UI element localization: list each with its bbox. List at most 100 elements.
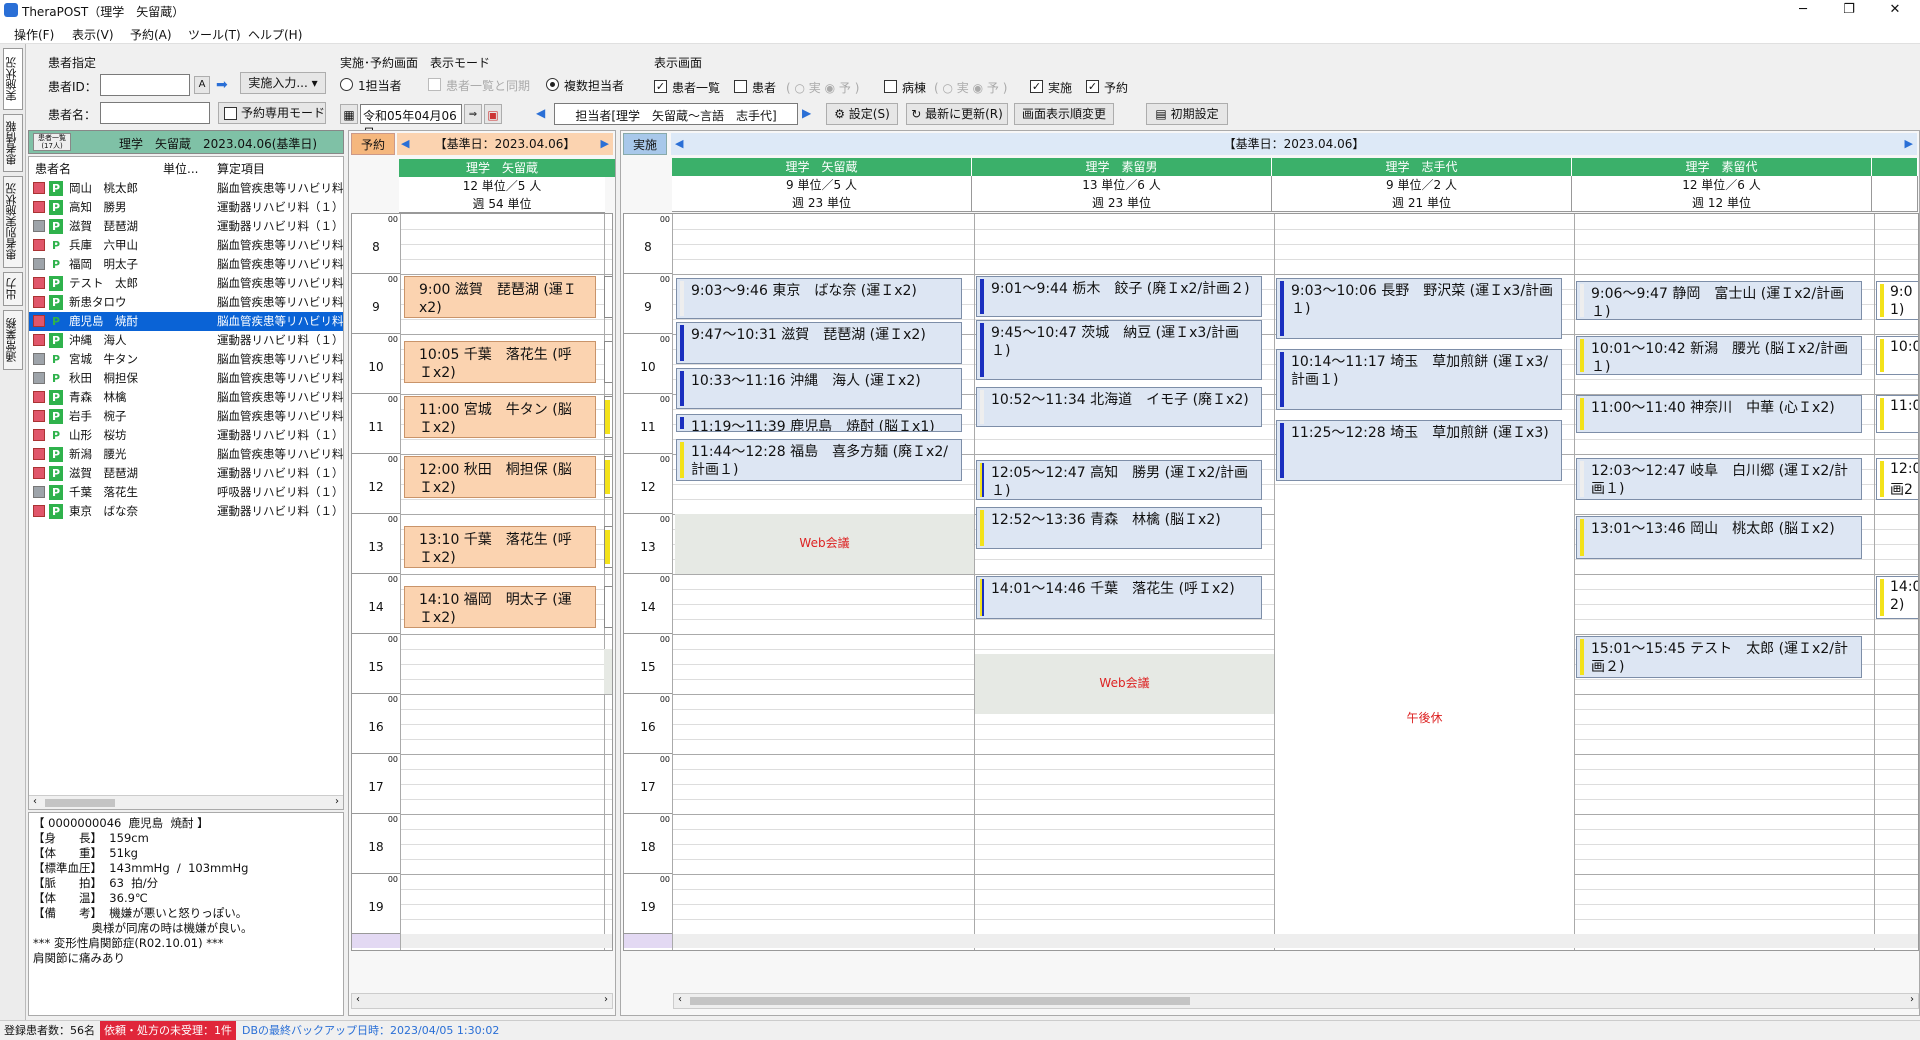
col-category[interactable]: 算定項目 — [217, 160, 265, 177]
reservation-block[interactable]: 13:10 千葉 落花生 (呼Ｉx2) — [404, 526, 596, 568]
reserve-mode-checkbox[interactable] — [224, 107, 237, 120]
calendar-red-icon[interactable]: ▣ — [484, 104, 502, 124]
ward-checkbox[interactable] — [884, 80, 897, 93]
menu-tools[interactable]: ツール(T) — [188, 26, 241, 43]
staff-column-header[interactable]: 理学 志手代 — [1272, 158, 1572, 176]
menu-view[interactable]: 表示(V) — [72, 26, 114, 43]
patient-row[interactable]: P 千葉 落花生 呼吸器リハビリ料（１） — [29, 483, 343, 502]
tab-patient-info[interactable]: 患者情報 — [3, 114, 23, 172]
single-assignee-radio[interactable] — [340, 78, 353, 91]
patient-row[interactable]: P 青森 林檎 脳血管疾患等リハビリ料（ — [29, 388, 343, 407]
scroll-left-icon[interactable]: ‹ — [33, 796, 37, 807]
patient-row[interactable]: P 兵庫 六甲山 脳血管疾患等リハビリ料（ — [29, 236, 343, 255]
patient-row[interactable]: P 岩手 椀子 脳血管疾患等リハビリ料（ — [29, 407, 343, 426]
staff-column-header-partial[interactable] — [1872, 158, 1918, 176]
prev-assignee-icon[interactable]: ◀ — [536, 106, 545, 120]
reserve-checkbox[interactable]: ✓ — [1086, 80, 1099, 93]
patient-row[interactable]: P テスト 太郎 脳血管疾患等リハビリ料（ — [29, 274, 343, 293]
input-dropdown-button[interactable]: 実施入力... ▾ — [240, 72, 326, 94]
scroll-thumb[interactable] — [45, 799, 115, 807]
appointment-block[interactable]: 15:01～15:45 テスト 太郎 (運Ｉx2/計画２) — [1576, 636, 1862, 678]
menu-operation[interactable]: 操作(F) — [14, 26, 54, 43]
appointment-block[interactable]: 11:19～11:39 鹿児島 焼酎 (脳Ｉx1) — [676, 414, 962, 432]
patient-checkbox[interactable] — [734, 80, 747, 93]
reserve-tab[interactable]: 予約 — [351, 133, 395, 155]
done-scroll-right-icon[interactable]: › — [1910, 994, 1914, 1005]
patient-row[interactable]: P 高知 勝男 運動器リハビリ料（１） — [29, 198, 343, 217]
patient-id-input[interactable] — [100, 74, 190, 96]
col-patient-name[interactable]: 患者名 — [35, 160, 71, 177]
patient-row[interactable]: P 鹿児島 焼酎 脳血管疾患等リハビリ料（ — [29, 312, 343, 331]
restore-icon[interactable]: ❐ — [1826, 0, 1872, 22]
done-prev-icon[interactable]: ◀ — [675, 133, 683, 155]
settings-button[interactable]: ⚙ 設定(S) — [826, 103, 898, 125]
calendar-icon[interactable]: ▦ — [340, 104, 358, 124]
a-button[interactable]: A — [194, 76, 210, 94]
multi-assignee-radio[interactable] — [546, 78, 559, 91]
menu-reserve[interactable]: 予約(A) — [130, 26, 172, 43]
scroll-right-icon[interactable]: › — [335, 796, 339, 807]
reservation-block[interactable]: 12:00 秋田 桐担保 (脳Ｉx2) — [404, 456, 596, 498]
patient-row[interactable]: P 滋賀 琵琶湖 運動器リハビリ料（１） — [29, 464, 343, 483]
appointment-block[interactable]: 13:01～13:46 岡山 桃太郎 (脳Ｉx2) — [1576, 516, 1862, 559]
patient-row[interactable]: P 滋賀 琵琶湖 運動器リハビリ料（１） — [29, 217, 343, 236]
menu-help[interactable]: ヘルプ(H) — [248, 26, 302, 43]
web-meeting-block[interactable]: Web会議 — [975, 654, 1274, 714]
next-assignee-icon[interactable]: ▶ — [802, 106, 811, 120]
reserve-next-icon[interactable]: ▶ — [601, 133, 609, 155]
tab-normal-work[interactable]: 通常業務 — [3, 310, 23, 370]
tab-status[interactable]: 実施状況 — [3, 48, 23, 110]
reservation-block[interactable]: 14:10 福岡 明太子 (運Ｉx2) — [404, 586, 596, 628]
reserve-scrollbar[interactable]: ‹ › — [351, 993, 613, 1009]
appointment-block[interactable]: 12:05～12:47 高知 勝男 (運Ｉx2/計画１) — [976, 460, 1262, 500]
appointment-block[interactable]: 11:25～12:28 埼玉 草加煎餅 (運Ｉx3) — [1276, 420, 1562, 481]
reserve-prev-icon[interactable]: ◀ — [401, 133, 409, 155]
appointment-block[interactable]: 10:14～11:17 埼玉 草加煎餅 (運Ｉx3/計画１) — [1276, 349, 1562, 410]
unreceived-alert[interactable]: 依頼・処方の未受理：1件 — [100, 1021, 236, 1040]
appointment-block[interactable]: 9:03～10:06 長野 野沢菜 (運Ｉx3/計画１) — [1276, 278, 1562, 339]
tab-output[interactable]: 出力 — [3, 272, 23, 306]
done-scroll-left-icon[interactable]: ‹ — [678, 994, 682, 1005]
patient-row[interactable]: P 宮城 牛タン 脳血管疾患等リハビリ料（ — [29, 350, 343, 369]
patient-row[interactable]: P 新潟 腰光 脳血管疾患等リハビリ料（ — [29, 445, 343, 464]
reservation-block[interactable]: 10:05 千葉 落花生 (呼Ｉx2) — [404, 341, 596, 383]
patient-row[interactable]: P 沖縄 海人 運動器リハビリ料（１） — [29, 331, 343, 350]
reservation-block[interactable]: 9:00 滋賀 琵琶湖 (運Ｉx2) — [404, 276, 596, 318]
refresh-button[interactable]: ↻ 最新に更新(R) — [906, 103, 1008, 125]
assignee-range[interactable]: 担当者[理学 矢留蔵～言語 志手代] — [554, 103, 798, 125]
appointment-block[interactable]: 9:47～10:31 滋賀 琵琶湖 (運Ｉx2) — [676, 322, 962, 364]
arrow-right-icon[interactable]: ➡ — [216, 77, 228, 93]
done-tab[interactable]: 実施 — [623, 133, 667, 155]
patient-row[interactable]: P 福岡 明太子 脳血管疾患等リハビリ料（ — [29, 255, 343, 274]
col-units[interactable]: 単位... — [163, 160, 198, 177]
staff-column-header[interactable]: 理学 矢留蔵 — [672, 158, 972, 176]
appointment-block[interactable]: 10:33～11:16 沖縄 海人 (運Ｉx2) — [676, 368, 962, 409]
order-button[interactable]: 画面表示順変更 — [1014, 103, 1114, 125]
reserve-mode-toggle[interactable]: 予約専用モード — [218, 102, 326, 124]
staff-column-header[interactable]: 理学 素留男 — [972, 158, 1272, 176]
reservation-block[interactable]: 11:00 宮城 牛タン (脳Ｉx2) — [404, 396, 596, 438]
reserve-scroll-left-icon[interactable]: ‹ — [356, 994, 360, 1005]
tab-patient-status[interactable]: 患者別実施状況 — [3, 176, 23, 268]
done-scroll-thumb[interactable] — [690, 997, 1190, 1005]
patient-row[interactable]: P 秋田 桐担保 脳血管疾患等リハビリ料（ — [29, 369, 343, 388]
today-icon[interactable]: ⇒ — [464, 104, 482, 124]
staff-column-header[interactable]: 理学 素留代 — [1572, 158, 1872, 176]
appointment-block[interactable]: 12:52～13:36 青森 林檎 (脳Ｉx2) — [976, 507, 1262, 549]
reserve-scroll-right-icon[interactable]: › — [604, 994, 608, 1005]
appointment-block[interactable]: 9:01～9:44 栃木 餃子 (廃Ｉx2/計画２) — [976, 276, 1262, 317]
patient-name-input[interactable] — [100, 102, 210, 124]
patient-row[interactable]: P 新患タロウ 脳血管疾患等リハビリ料（ — [29, 293, 343, 312]
appointment-block[interactable]: 9:03～9:46 東京 ばな奈 (運Ｉx2) — [676, 278, 962, 319]
done-next-icon[interactable]: ▶ — [1905, 133, 1913, 155]
done-scrollbar[interactable]: ‹ › — [673, 993, 1919, 1009]
patient-list-scrollbar[interactable]: ‹ › — [29, 795, 343, 809]
appointment-block[interactable]: 12:03～12:47 岐阜 白川郷 (運Ｉx2/計画１) — [1576, 458, 1862, 500]
date-input[interactable]: 令和05年04月06日 — [360, 104, 462, 140]
appointment-block[interactable]: 11:00～11:40 神奈川 中華 (心Ｉx2) — [1576, 395, 1862, 433]
appointment-block[interactable]: 10:52～11:34 北海道 イモ子 (廃Ｉx2) — [976, 387, 1262, 427]
done-checkbox[interactable]: ✓ — [1030, 80, 1043, 93]
patient-row[interactable]: P 岡山 桃太郎 脳血管疾患等リハビリ料（ — [29, 179, 343, 198]
web-meeting-block[interactable]: Web会議 — [675, 514, 974, 574]
appointment-block[interactable]: 9:45～10:47 茨城 納豆 (運Ｉx3/計画１) — [976, 320, 1262, 380]
